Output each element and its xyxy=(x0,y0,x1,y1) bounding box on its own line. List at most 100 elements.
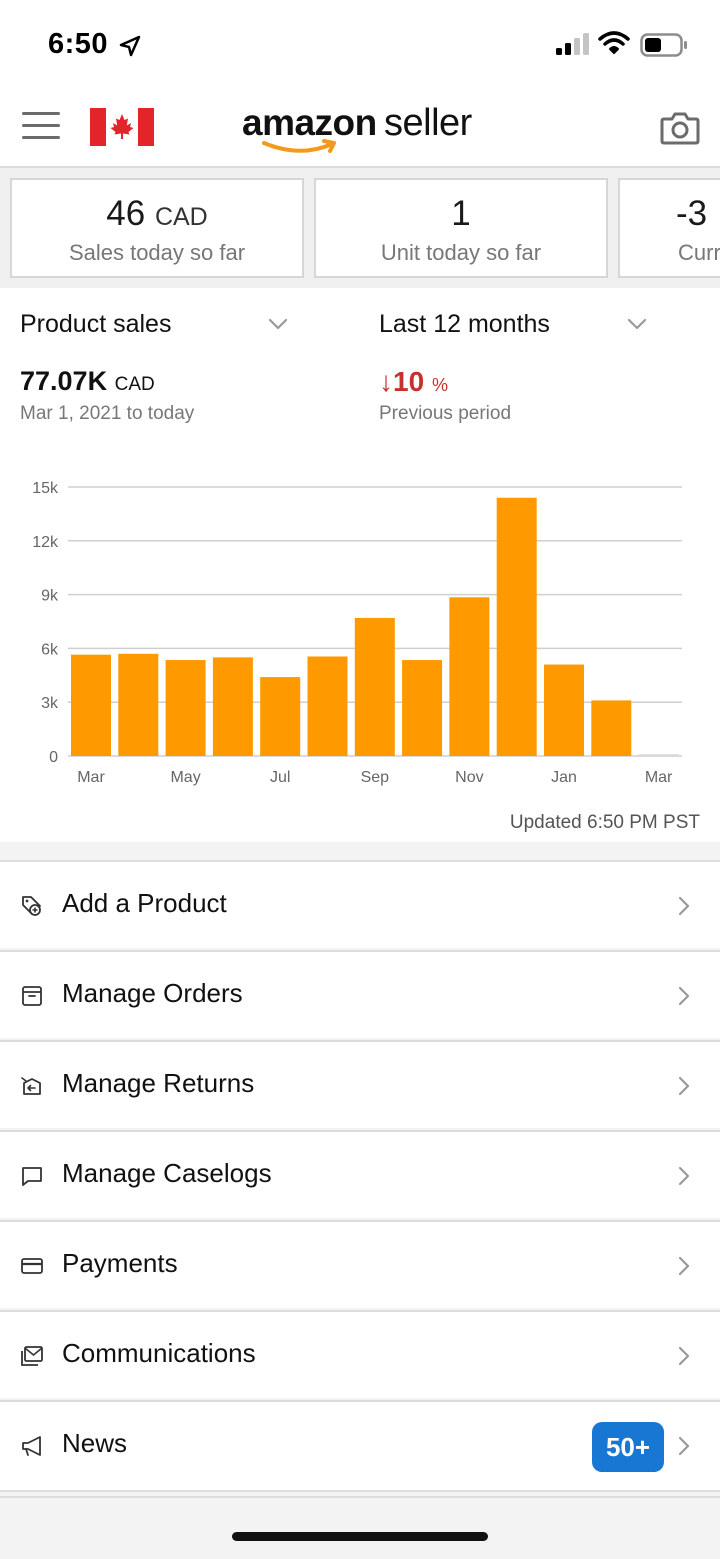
wifi-icon xyxy=(598,31,630,54)
chevron-down-icon xyxy=(627,318,647,330)
card-value: 46 CAD xyxy=(12,194,302,234)
y-tick-label: 15k xyxy=(32,480,59,497)
cellular-signal-icon xyxy=(556,33,589,55)
y-tick-label: 0 xyxy=(49,749,58,766)
menu-item-label: Communications xyxy=(62,1338,256,1368)
status-bar: 6:50 xyxy=(0,0,720,88)
y-tick-label: 9k xyxy=(41,588,59,605)
menu-item-label: Payments xyxy=(62,1248,178,1278)
date-range-label: Mar 1, 2021 to today xyxy=(20,403,195,424)
chart-bar-mar-0[interactable] xyxy=(71,654,111,756)
amazon-seller-logo: amazon seller xyxy=(242,96,502,158)
y-tick-label: 6k xyxy=(41,641,59,658)
chevron-right-icon xyxy=(678,986,690,1006)
menu-item-label: Manage Caselogs xyxy=(62,1158,272,1188)
location-arrow-icon xyxy=(119,35,141,57)
chevron-right-icon xyxy=(678,1166,690,1186)
box-icon xyxy=(22,986,42,1006)
x-tick-label: Mar xyxy=(645,769,673,786)
y-tick-label: 12k xyxy=(32,534,59,551)
period-dropdown[interactable]: Last 12 months xyxy=(379,310,649,344)
sales-today-card[interactable]: 46 CAD Sales today so far xyxy=(10,178,304,278)
sales-today-unit: CAD xyxy=(154,203,208,231)
menu-item-payments[interactable]: Payments xyxy=(0,1220,720,1308)
card-label: Sales today so far xyxy=(68,240,246,265)
third-summary-card[interactable]: -3 Curr xyxy=(618,178,720,278)
card-value: -3 xyxy=(676,194,707,234)
return-box-icon xyxy=(21,1077,41,1095)
updated-timestamp: Updated 6:50 PM PST xyxy=(509,812,700,833)
x-tick-label: Jan xyxy=(551,769,577,786)
metric-dropdown[interactable]: Product sales xyxy=(20,310,290,344)
mail-icon xyxy=(21,1346,43,1366)
amazon-smile-icon xyxy=(262,139,336,153)
y-tick-label: 3k xyxy=(41,695,59,712)
units-today-value: 1 xyxy=(451,194,471,233)
sales-change-number: 10 xyxy=(393,366,425,397)
chat-icon xyxy=(22,1167,42,1186)
menu-item-label: Manage Returns xyxy=(62,1068,255,1098)
canada-flag-icon[interactable] xyxy=(90,108,154,146)
menu-item-add-product[interactable]: Add a Product xyxy=(0,860,720,948)
sales-change-unit: % xyxy=(431,375,448,395)
x-tick-label: May xyxy=(170,769,200,786)
menu-item-manage-caselogs[interactable]: Manage Caselogs xyxy=(0,1130,720,1218)
card-value: 1 xyxy=(316,194,606,234)
app-header: amazon seller xyxy=(0,88,720,168)
total-sales-value: 77.07K CAD xyxy=(20,366,155,397)
menu-item-label: Add a Product xyxy=(62,888,227,918)
units-today-card[interactable]: 1 Unit today so far xyxy=(314,178,608,278)
camera-icon[interactable] xyxy=(660,110,700,146)
chart-bar-mar-12[interactable] xyxy=(638,754,679,756)
menu-item-label: News xyxy=(62,1428,128,1458)
change-period-label: Previous period xyxy=(379,403,512,424)
x-tick-label: Sep xyxy=(361,769,390,786)
summary-cards: 46 CAD Sales today so far 1 Unit today s… xyxy=(0,168,720,288)
chart-bar-oct-7[interactable] xyxy=(402,660,443,756)
menu-item-manage-returns[interactable]: Manage Returns xyxy=(0,1040,720,1128)
chart-bar-nov-8[interactable] xyxy=(449,597,490,756)
chevron-right-icon xyxy=(678,1346,690,1366)
chart-bar-jun-3[interactable] xyxy=(212,657,253,756)
sales-change-value: ↓10 % xyxy=(379,366,448,398)
x-tick-label: Mar xyxy=(77,769,105,786)
status-time: 6:50 xyxy=(48,28,109,60)
menu-list: Add a Product Manage Orders Manage Retur… xyxy=(0,842,720,1496)
tag-plus-icon xyxy=(22,896,41,916)
chart-bar-aug-5[interactable] xyxy=(307,656,348,756)
card-label: Unit today so far xyxy=(380,240,542,265)
news-count-badge: 50+ xyxy=(592,1422,664,1472)
chart-bar-may-2[interactable] xyxy=(165,660,206,756)
chart-bar-jan-10[interactable] xyxy=(544,664,584,756)
chart-bar-feb-11[interactable] xyxy=(591,700,632,756)
period-dropdown-label: Last 12 months xyxy=(379,310,550,338)
logo-seller-text: seller xyxy=(384,102,472,144)
menu-item-label: Manage Orders xyxy=(62,978,243,1008)
chevron-right-icon xyxy=(678,896,690,916)
chevron-right-icon xyxy=(678,1436,690,1456)
chart-bar-apr-1[interactable] xyxy=(118,653,159,756)
hamburger-menu-icon[interactable] xyxy=(22,112,60,144)
menu-item-news[interactable]: News 50+ xyxy=(0,1400,720,1492)
chart-bar-sep-6[interactable] xyxy=(354,617,395,756)
x-tick-label: Jul xyxy=(270,769,290,786)
menu-item-communications[interactable]: Communications xyxy=(0,1310,720,1398)
sales-section: Product sales Last 12 months 77.07K CAD … xyxy=(0,288,720,842)
third-card-value: -3 xyxy=(676,194,708,233)
down-arrow-icon: ↓ xyxy=(379,366,393,397)
home-indicator[interactable] xyxy=(232,1532,488,1541)
chevron-right-icon xyxy=(678,1076,690,1096)
metric-dropdown-label: Product sales xyxy=(20,310,172,338)
menu-item-manage-orders[interactable]: Manage Orders xyxy=(0,950,720,1038)
chevron-down-icon xyxy=(268,318,288,330)
total-sales-number: 77.07K xyxy=(20,366,108,396)
battery-icon xyxy=(640,33,687,57)
chart-bar-dec-9[interactable] xyxy=(496,497,537,756)
sales-bar-chart: 0 3k 6k 9k 12k 15k Mar May Jul Sep Nov Jan Mar xyxy=(32,480,682,786)
chevron-right-icon xyxy=(678,1256,690,1276)
x-tick-label: Nov xyxy=(455,769,483,786)
chart-bar-jul-4[interactable] xyxy=(260,677,301,756)
card-label: Curr xyxy=(678,240,720,265)
megaphone-icon xyxy=(22,1436,41,1456)
total-sales-unit: CAD xyxy=(114,374,155,395)
